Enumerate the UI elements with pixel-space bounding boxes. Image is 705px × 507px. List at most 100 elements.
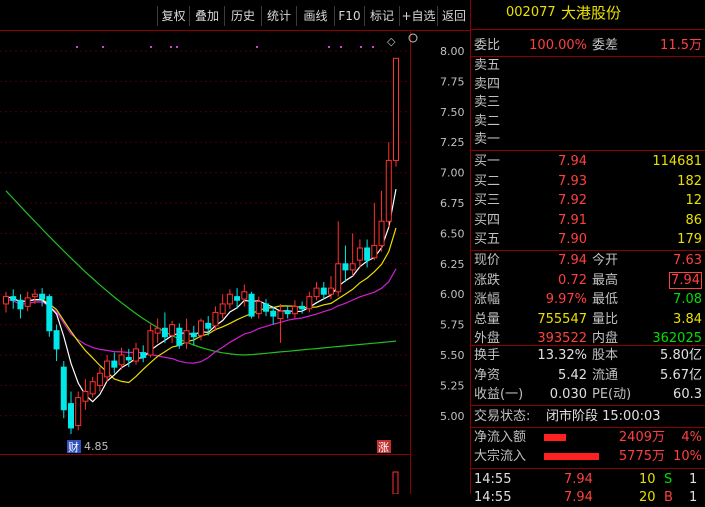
stat-label: 涨跌 (474, 272, 501, 288)
candle (133, 342, 139, 365)
flow-label: 大宗流入 (474, 449, 527, 464)
weibi-value: 100.00% (529, 38, 587, 53)
toolbar-button-2[interactable]: 历史 (224, 6, 261, 26)
flow-pct: 10% (673, 449, 702, 464)
toolbar-button-8[interactable]: 返回 (437, 6, 470, 26)
candle (270, 306, 277, 325)
tick-count: 1 (689, 490, 698, 505)
candle-body (53, 330, 60, 350)
toolbar-button-5[interactable]: F10 (334, 6, 364, 26)
candle-body (82, 390, 89, 402)
toolbar-button-1[interactable]: 叠加 (189, 6, 224, 26)
candle-body (96, 372, 103, 386)
candle-body (270, 310, 277, 317)
candle (104, 355, 111, 382)
tick-time: 14:55 (474, 472, 512, 487)
buy-price: 7.90 (558, 232, 587, 247)
stat-label: 最高 (592, 272, 619, 288)
candle-body (219, 303, 226, 315)
toolbar-button-7[interactable]: +自选 (399, 6, 437, 26)
candle (96, 367, 103, 392)
weibi-label: 委比 (474, 38, 501, 53)
price-tick-label: 5.00 (440, 410, 465, 423)
candle-body (320, 287, 327, 295)
low-price-label: 4.85 (84, 440, 109, 453)
sell-label: 卖二 (474, 113, 501, 129)
sell-row: 卖五 (474, 56, 705, 75)
candle (161, 312, 168, 343)
candle (335, 221, 342, 297)
stat2-value: 5.67亿 (660, 367, 702, 383)
candle (3, 291, 9, 313)
tick-flag: S (664, 472, 673, 487)
event-dot (150, 46, 152, 48)
price-tick-label: 6.00 (440, 288, 465, 301)
candle (393, 57, 399, 167)
candle (364, 239, 371, 268)
finance-badge-text: 财 (68, 440, 79, 454)
candle-body (190, 332, 197, 338)
toolbar-button-3[interactable]: 统计 (261, 6, 296, 26)
candle (183, 318, 190, 349)
buy-row: 买二 7.93 182 (474, 172, 705, 191)
stat2-row: 收益(一) 0.030 PE(动) 60.3 (474, 385, 705, 404)
buy-volume: 182 (677, 173, 702, 189)
stat2-label: 净资 (474, 367, 501, 383)
price-tick-label: 6.75 (440, 197, 465, 210)
tick-volume: 20 (639, 490, 656, 505)
stat-label: 量比 (592, 311, 619, 327)
candle-body (75, 397, 82, 427)
buy-label: 买一 (474, 154, 501, 169)
divider (471, 150, 705, 151)
event-dot (176, 46, 178, 48)
toolbar-button-6[interactable]: 标记 (364, 6, 399, 26)
stat2-label: 收益(一) (474, 387, 524, 402)
toolbar-button-4[interactable]: 画线 (296, 6, 334, 26)
stat-value: 7.08 (673, 292, 702, 307)
toolbar-button-0[interactable]: 复权 (157, 6, 189, 26)
event-dot (360, 46, 362, 48)
stat2-value: 13.32% (537, 348, 587, 363)
candle (226, 289, 233, 309)
event-dot (76, 46, 78, 48)
trade-status-value: 闭市阶段 15:00:03 (546, 409, 661, 424)
flow-row: 净流入额 2409万 4% (474, 428, 705, 447)
sell-label: 卖三 (474, 95, 501, 110)
sell-label: 卖四 (474, 76, 501, 92)
candle (140, 345, 147, 363)
price-tick-label: 7.25 (440, 136, 465, 149)
tick-row: 14:55 7.94 20 B 1 (474, 488, 705, 507)
stat2-label: 流通 (592, 367, 619, 383)
candle-body (68, 403, 74, 429)
candle (378, 190, 385, 252)
candle (263, 299, 269, 317)
stat2-value: 0.030 (549, 387, 587, 402)
chart-toolbar: 复权 叠加 历史 统计 画线 F10 标记 +自选 返回 (0, 0, 470, 30)
candle-body (104, 360, 111, 378)
candle (255, 296, 262, 319)
candle (169, 320, 176, 343)
candle-body (17, 299, 24, 310)
flow-row: 大宗流入 5775万 10% (474, 447, 705, 466)
candle (284, 306, 291, 319)
kline-chart[interactable]: 8.00 7.75 7.50 7.25 7.00 6.75 6.50 6.25 6.00 5.75… (0, 30, 470, 494)
candle-body (31, 293, 38, 298)
buy-volume: 12 (685, 193, 702, 208)
candle-body (212, 311, 219, 327)
candle-body (89, 381, 96, 395)
stat-row: 现价 7.94 今开 7.63 (474, 251, 705, 270)
stat2-label: 股本 (592, 348, 619, 363)
stat-value: 7.94 (669, 271, 702, 289)
event-dot (256, 46, 258, 48)
candle (68, 391, 74, 435)
divider (471, 468, 705, 469)
candle (356, 239, 363, 268)
candle (291, 300, 298, 319)
candle-body (133, 348, 139, 362)
candle-body (335, 263, 342, 293)
stat-value: 755547 (537, 311, 587, 327)
candle (371, 203, 378, 261)
stat-value: 0.72 (558, 272, 587, 288)
quote-panel: 002077 大港股份 委比 100.00% 委差 11.5万 交易状态: 闭市… (470, 0, 705, 505)
buy-row: 买三 7.92 12 (474, 191, 705, 210)
